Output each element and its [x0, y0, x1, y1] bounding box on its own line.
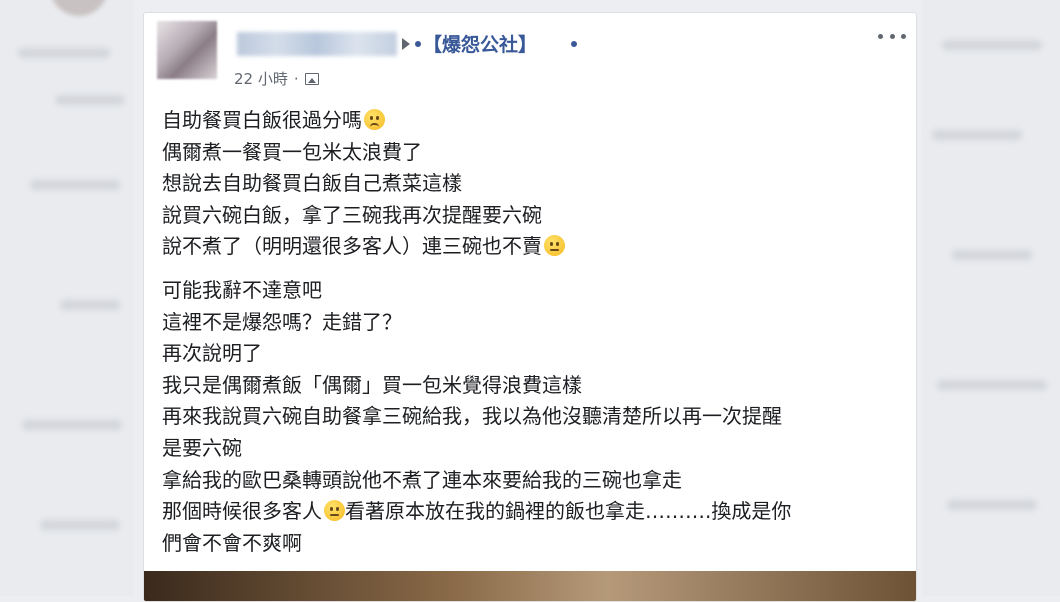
text-line: 是要六碗 [162, 435, 242, 460]
background-right [922, 0, 1060, 596]
background-blur [937, 380, 1047, 390]
timestamp-link[interactable]: 22 小時 [234, 68, 288, 89]
group-name-link[interactable]: 【爆怨公社】 [423, 30, 537, 57]
dot-icon [415, 41, 421, 47]
photo-icon[interactable] [304, 72, 319, 85]
background-blur [932, 130, 1022, 140]
meta-separator: · [293, 69, 299, 88]
text-line: 想說去自助餐買白飯自己煮菜這樣 [162, 171, 462, 196]
dot-icon [571, 41, 577, 47]
text-line: 可能我辭不達意吧 [162, 277, 322, 302]
background-blur [22, 420, 122, 430]
avatar[interactable] [157, 21, 217, 79]
text-line: 說買六碗白飯，拿了三碗我再次提醒要六碗 [162, 202, 542, 227]
shared-to-arrow-icon [402, 38, 410, 50]
text-line: 說不煮了（明明還很多客人）連三碗也不賣 [162, 231, 902, 263]
neutral-face-icon [324, 500, 345, 522]
post-body: 自助餐買白飯很過分嗎 偶爾煮一餐買一包米太浪費了 想說去自助餐買白飯自己煮菜這樣… [162, 105, 902, 559]
text-line: 這裡不是爆怨嗎？走錯了？ [162, 309, 402, 334]
background-blur [60, 300, 120, 310]
text-line: 拿給我的歐巴桑轉頭說他不煮了連本來要給我的三碗也拿走 [162, 467, 682, 492]
background-blur [55, 95, 125, 105]
post-photo[interactable] [144, 571, 916, 601]
background-blur [952, 250, 1032, 260]
paragraph-1: 自助餐買白飯很過分嗎 偶爾煮一餐買一包米太浪費了 想說去自助餐買白飯自己煮菜這樣… [162, 105, 902, 263]
text-line: 再次說明了 [162, 341, 262, 366]
text-line: 我只是偶爾煮飯「偶爾」買一包米覺得浪費這樣 [162, 372, 582, 397]
text-line: 再來我說買六碗自助餐拿三碗給我，我以為他沒聽清楚所以再一次提醒 [162, 404, 782, 429]
neutral-face-icon [544, 235, 565, 257]
background-left [0, 0, 134, 596]
background-blur [947, 500, 1037, 510]
text-line: 自助餐買白飯很過分嗎 [162, 105, 902, 137]
background-blur [942, 40, 1042, 50]
background-blur [40, 520, 120, 530]
paragraph-2: 可能我辭不達意吧 這裡不是爆怨嗎？走錯了？ 再次說明了 我只是偶爾煮飯「偶爾」買… [162, 275, 902, 559]
author-name-blurred[interactable] [237, 32, 397, 56]
disappointed-face-icon [364, 109, 385, 130]
facebook-post: 【爆怨公社】 22 小時 · 自助餐買白飯很過分嗎 偶爾煮一餐買一包米太浪費了 … [143, 12, 917, 602]
more-options-icon[interactable] [878, 28, 906, 44]
post-meta: 22 小時 · [234, 68, 319, 89]
background-avatar [50, 0, 108, 16]
background-blur [18, 48, 110, 58]
text-line: 那個時候很多客人 看著原本放在我的鍋裡的飯也拿走……….換成是你 [162, 499, 792, 524]
text-line: 們會不會不爽啊 [162, 530, 302, 555]
text-line: 偶爾煮一餐買一包米太浪費了 [162, 139, 422, 164]
background-blur [30, 180, 120, 190]
